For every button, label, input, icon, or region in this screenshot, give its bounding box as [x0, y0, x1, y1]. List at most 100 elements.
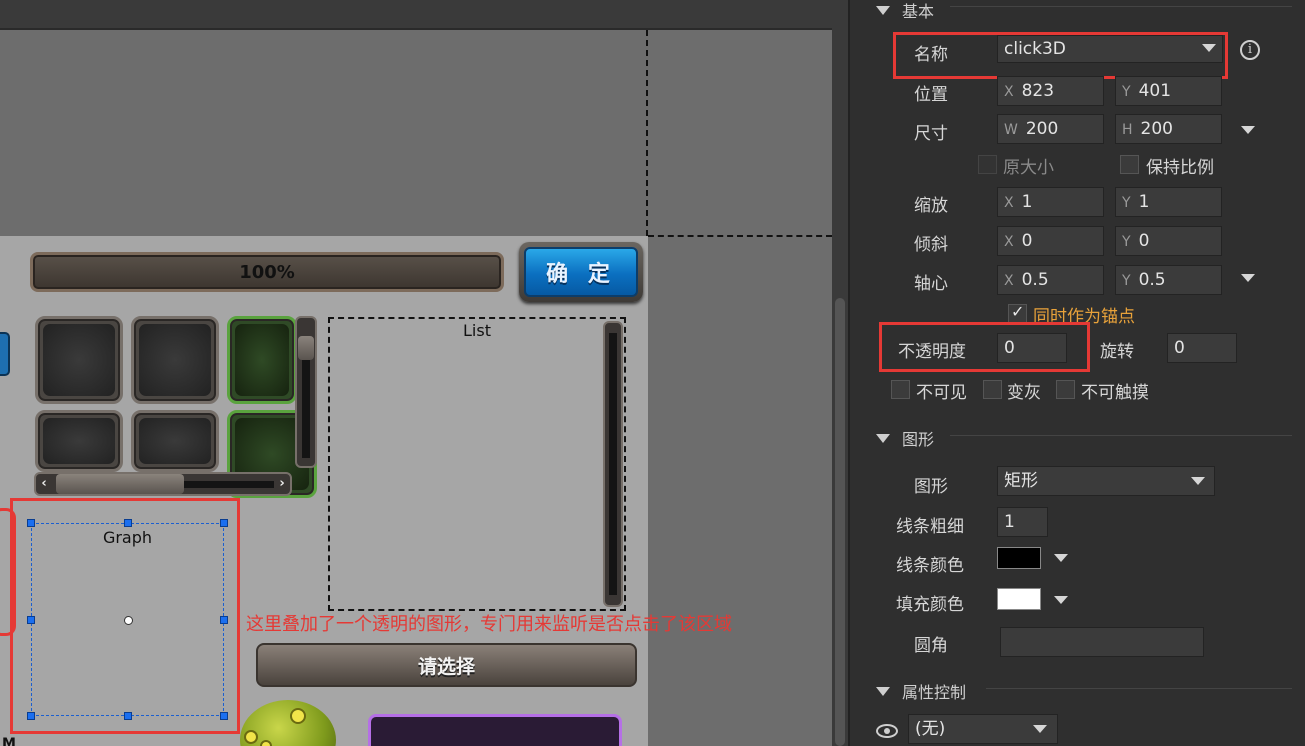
position-x-input[interactable]: X 823 [997, 76, 1104, 106]
grid-vertical-scrollbar[interactable] [295, 316, 317, 468]
rotation-input[interactable]: 0 [1167, 333, 1237, 363]
scroll-thumb[interactable] [835, 298, 845, 746]
scale-y-value: 1 [1138, 192, 1150, 212]
scale-x-value: 1 [1021, 192, 1033, 212]
as-anchor-checkbox[interactable] [1008, 302, 1027, 323]
keep-ratio-checkbox[interactable] [1120, 155, 1139, 174]
line-color-label: 线条颜色 [896, 556, 964, 576]
invisible-checkbox[interactable] [891, 380, 910, 399]
chevron-down-icon[interactable] [1033, 725, 1047, 733]
size-w-input[interactable]: W 200 [997, 114, 1104, 144]
h-prefix: H [1122, 122, 1133, 138]
grid-slot-selected[interactable] [227, 316, 297, 404]
section-divider [986, 688, 1292, 689]
viewport-border-vertical [646, 30, 648, 236]
grid-slot[interactable] [35, 410, 123, 472]
shape-select[interactable]: 矩形 [997, 466, 1215, 496]
x-prefix: X [1004, 273, 1014, 289]
line-width-input[interactable]: 1 [997, 507, 1048, 537]
line-width-label: 线条粗细 [896, 517, 964, 537]
resize-handle[interactable] [220, 712, 228, 720]
grid-slot[interactable] [131, 316, 219, 404]
skew-y-input[interactable]: Y0 [1115, 226, 1222, 256]
resize-handle[interactable] [124, 519, 132, 527]
y-prefix: Y [1122, 84, 1131, 100]
list-scrollbar[interactable] [603, 321, 623, 607]
choose-button-label: 请选择 [417, 655, 475, 678]
corner-input[interactable] [1000, 627, 1204, 657]
resize-handle[interactable] [124, 712, 132, 720]
resize-handle[interactable] [27, 712, 35, 720]
skew-x-input[interactable]: X0 [997, 226, 1104, 256]
info-icon[interactable]: i [1240, 40, 1260, 60]
pivot-x-value: 0.5 [1021, 270, 1049, 290]
y-prefix: Y [1122, 234, 1131, 250]
pivot-menu-icon[interactable] [1241, 274, 1255, 282]
position-y-value: 401 [1138, 81, 1172, 101]
size-w-value: 200 [1025, 119, 1059, 139]
resize-handle[interactable] [220, 519, 228, 527]
opacity-input[interactable]: 0 [997, 333, 1067, 363]
scale-x-input[interactable]: X1 [997, 187, 1104, 217]
skew-x-value: 0 [1021, 231, 1033, 251]
section-property-control[interactable]: 属性控制 [876, 679, 966, 703]
section-basic-title: 基本 [902, 2, 935, 21]
untouchable-checkbox[interactable] [1056, 380, 1075, 399]
pivot-label: 轴心 [914, 274, 948, 294]
section-basic[interactable]: 基本 [876, 0, 934, 22]
section-divider [950, 6, 1292, 7]
grid-slot[interactable] [35, 316, 123, 404]
list-label: List [463, 321, 491, 340]
line-color-swatch[interactable] [997, 547, 1041, 569]
left-blue-widget[interactable] [0, 332, 10, 376]
stage-scrollbar[interactable] [832, 0, 848, 746]
x-prefix: X [1004, 234, 1014, 250]
position-label: 位置 [914, 85, 948, 105]
grayed-checkbox[interactable] [983, 380, 1002, 399]
ok-button-label: 确 定 [546, 262, 616, 287]
fill-color-swatch[interactable] [997, 588, 1041, 610]
chevron-down-icon[interactable] [1054, 596, 1068, 604]
section-shape[interactable]: 图形 [876, 426, 934, 450]
shape-label: 图形 [914, 477, 948, 497]
editor-window: 100% 确 定 ‹ › List Graph 这里叠加了一个透明的图形，专门用… [0, 0, 1305, 746]
choose-button[interactable]: 请选择 [256, 643, 637, 687]
section-shape-title: 图形 [902, 430, 935, 449]
eye-icon[interactable] [876, 724, 898, 738]
scale-y-input[interactable]: Y1 [1115, 187, 1222, 217]
grid-slot[interactable] [131, 410, 219, 472]
fill-color-label: 填充颜色 [896, 595, 964, 615]
resize-handle[interactable] [27, 616, 35, 624]
pivot-y-input[interactable]: Y 0.5 [1115, 265, 1222, 295]
y-prefix: Y [1122, 273, 1131, 289]
grid-horizontal-scrollbar[interactable]: ‹ › [34, 472, 292, 496]
scroll-thumb[interactable] [56, 474, 184, 494]
graph-component-selection[interactable]: Graph [27, 519, 228, 720]
ok-button[interactable]: 确 定 [519, 242, 643, 302]
name-label: 名称 [914, 45, 948, 65]
size-menu-icon[interactable] [1241, 126, 1255, 134]
opacity-label: 不透明度 [898, 342, 966, 362]
size-h-input[interactable]: H 200 [1115, 114, 1222, 144]
pivot-point[interactable] [124, 616, 133, 625]
name-select[interactable]: click3D [997, 35, 1223, 63]
pivot-x-input[interactable]: X 0.5 [997, 265, 1104, 295]
scroll-thumb[interactable] [298, 336, 314, 360]
resize-handle[interactable] [220, 616, 228, 624]
skew-label: 倾斜 [914, 235, 948, 255]
original-size-checkbox[interactable] [978, 155, 997, 174]
scroll-right-icon[interactable]: › [274, 475, 290, 493]
purple-panel [368, 714, 622, 746]
list-component[interactable]: List [328, 317, 626, 611]
chevron-down-icon[interactable] [1202, 44, 1216, 52]
y-prefix: Y [1122, 195, 1131, 211]
stage-canvas[interactable]: 100% 确 定 ‹ › List Graph 这里叠加了一个透明的图形，专门用… [0, 0, 848, 746]
chevron-down-icon[interactable] [1054, 554, 1068, 562]
resize-handle[interactable] [27, 519, 35, 527]
corner-text: M [2, 736, 16, 746]
progress-bar: 100% [30, 252, 504, 292]
size-label: 尺寸 [914, 124, 948, 144]
scroll-left-icon[interactable]: ‹ [36, 475, 52, 493]
position-y-input[interactable]: Y 401 [1115, 76, 1222, 106]
chevron-down-icon[interactable] [1191, 477, 1205, 485]
